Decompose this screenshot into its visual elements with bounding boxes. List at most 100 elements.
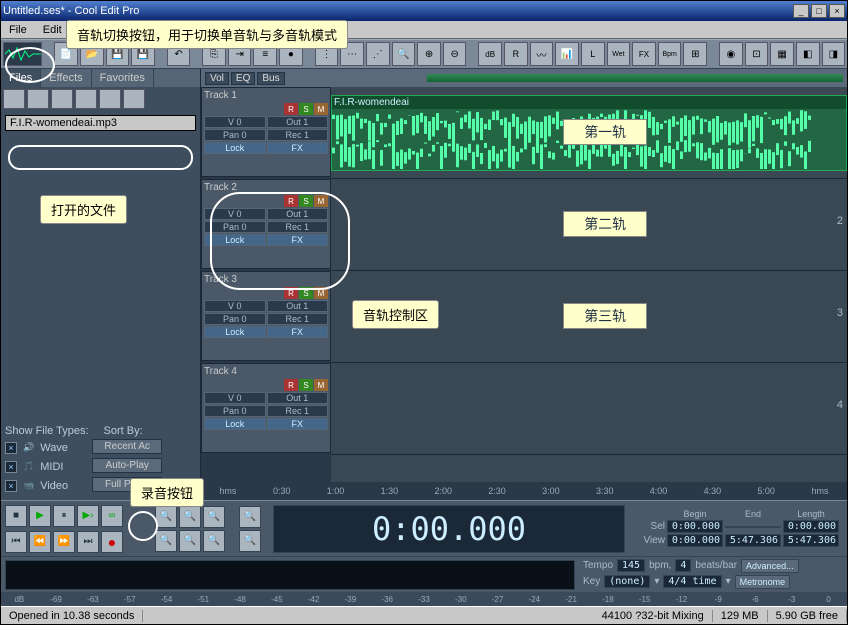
zoom-v-out[interactable]: 🔍: [239, 530, 261, 552]
out-cell[interactable]: Out 1: [267, 300, 329, 312]
autoplay-button[interactable]: Auto-Play: [92, 458, 162, 473]
fx-cell[interactable]: FX: [267, 326, 329, 338]
eq-tab[interactable]: EQ: [231, 72, 255, 85]
file-opt1-button[interactable]: [99, 89, 121, 109]
fx-cell[interactable]: FX: [267, 142, 329, 154]
record-button[interactable]: ●: [101, 531, 123, 553]
m-button[interactable]: M: [314, 103, 328, 115]
env-button[interactable]: 〰: [530, 42, 554, 66]
advanced-button[interactable]: Advanced...: [741, 559, 799, 573]
vol-cell[interactable]: V 0: [204, 300, 266, 312]
titlebar[interactable]: Untitled.ses* - Cool Edit Pro _ □ ×: [1, 1, 847, 21]
m-button[interactable]: M: [314, 195, 328, 207]
zoom-v-in[interactable]: 🔍: [239, 506, 261, 528]
zoom-out-h[interactable]: 🔍: [179, 506, 201, 528]
file-opt2-button[interactable]: [123, 89, 145, 109]
chk-midi[interactable]: ×: [5, 461, 17, 473]
vol-tab[interactable]: Vol: [205, 72, 229, 85]
sel-end[interactable]: [725, 526, 781, 528]
chk-wave[interactable]: ×: [5, 442, 17, 454]
file-edit-button[interactable]: [75, 89, 97, 109]
rec-cell[interactable]: Rec 1: [267, 221, 329, 233]
play-button[interactable]: ▶: [29, 505, 51, 527]
menu-edit[interactable]: Edit: [35, 24, 70, 36]
tab-favorites[interactable]: Favorites: [92, 69, 154, 87]
beats-val[interactable]: 4: [675, 559, 691, 572]
r-button[interactable]: R: [284, 103, 298, 115]
file-item[interactable]: F.I.R-womendeai.mp3: [5, 115, 196, 131]
lock-cell[interactable]: Lock: [204, 418, 266, 430]
track-lane-1[interactable]: 1F.I.R-womendeai第一轨: [331, 87, 847, 179]
close-button[interactable]: ×: [829, 4, 845, 18]
view-end[interactable]: 5:47.306: [725, 534, 781, 547]
fx-button[interactable]: FX: [632, 42, 656, 66]
back-button[interactable]: ⏪: [29, 531, 51, 553]
grid-button[interactable]: ⊞: [683, 42, 707, 66]
opt5-button[interactable]: ◨: [822, 42, 846, 66]
zoom-fit[interactable]: 🔍: [203, 506, 225, 528]
opt1-button[interactable]: ◉: [719, 42, 743, 66]
r-button[interactable]: R: [284, 379, 298, 391]
lock-cell[interactable]: Lock: [204, 234, 266, 246]
tool2-button[interactable]: ⊖: [443, 42, 467, 66]
r-button[interactable]: R: [504, 42, 528, 66]
tab-effects[interactable]: Effects: [41, 69, 91, 87]
opt3-button[interactable]: ▦: [770, 42, 794, 66]
zoom-button[interactable]: 🔍: [392, 42, 416, 66]
menu-file[interactable]: File: [1, 24, 35, 36]
zoom-in-v[interactable]: 🔍: [179, 530, 201, 552]
s-button[interactable]: S: [299, 195, 313, 207]
file-open-button[interactable]: [3, 89, 25, 109]
file-list[interactable]: F.I.R-womendeai.mp3: [1, 111, 200, 421]
zoom-in-h[interactable]: 🔍: [155, 506, 177, 528]
rec-cell[interactable]: Rec 1: [267, 129, 329, 141]
wet-button[interactable]: Wet: [607, 42, 631, 66]
pause-button[interactable]: ⏸: [53, 505, 75, 527]
s-button[interactable]: S: [299, 379, 313, 391]
file-close-button[interactable]: [27, 89, 49, 109]
track-lane-4[interactable]: 4: [331, 363, 847, 455]
zoom-sel[interactable]: 🔍: [155, 530, 177, 552]
out-cell[interactable]: Out 1: [267, 116, 329, 128]
tool1-button[interactable]: ⊕: [417, 42, 441, 66]
rec-cell[interactable]: Rec 1: [267, 405, 329, 417]
sel-begin[interactable]: 0:00.000: [667, 520, 723, 533]
tab-files[interactable]: Files: [1, 69, 41, 87]
waveform-toggle-button[interactable]: [3, 42, 42, 66]
fx3-button[interactable]: ⋰: [366, 42, 390, 66]
track-canvas[interactable]: 1F.I.R-womendeai第一轨2第二轨3第三轨4: [331, 87, 847, 482]
s-button[interactable]: S: [299, 103, 313, 115]
out-cell[interactable]: Out 1: [267, 208, 329, 220]
minimize-button[interactable]: _: [793, 4, 809, 18]
rec-cell[interactable]: Rec 1: [267, 313, 329, 325]
sort-recent[interactable]: Recent Ac: [92, 439, 162, 454]
rewind-button[interactable]: ⏮: [5, 531, 27, 553]
lock-cell[interactable]: Lock: [204, 142, 266, 154]
out-cell[interactable]: Out 1: [267, 392, 329, 404]
vol-cell[interactable]: V 0: [204, 208, 266, 220]
tempo-bpm[interactable]: 145: [617, 559, 645, 572]
time-ruler[interactable]: hms0:301:001:302:002:303:003:304:004:305…: [201, 482, 847, 500]
fwd-button[interactable]: ⏩: [53, 531, 75, 553]
r-button[interactable]: R: [284, 287, 298, 299]
fx-cell[interactable]: FX: [267, 234, 329, 246]
l-button[interactable]: L: [581, 42, 605, 66]
maximize-button[interactable]: □: [811, 4, 827, 18]
stop-button[interactable]: ■: [5, 505, 27, 527]
vol-button[interactable]: 📊: [555, 42, 579, 66]
fx-cell[interactable]: FX: [267, 418, 329, 430]
m-button[interactable]: M: [314, 287, 328, 299]
s-button[interactable]: S: [299, 287, 313, 299]
file-insert-button[interactable]: [51, 89, 73, 109]
sel-length[interactable]: 0:00.000: [783, 520, 839, 533]
chk-video[interactable]: ×: [5, 480, 17, 492]
zoom-out-v[interactable]: 🔍: [203, 530, 225, 552]
time-sig[interactable]: 4/4 time: [663, 575, 721, 588]
bpm-button[interactable]: Bpm: [658, 42, 682, 66]
opt4-button[interactable]: ◧: [796, 42, 820, 66]
m-button[interactable]: M: [314, 379, 328, 391]
loop-button[interactable]: ∞: [101, 505, 123, 527]
metronome-button[interactable]: Metronome: [735, 575, 791, 589]
view-length[interactable]: 5:47.306: [783, 534, 839, 547]
end-button[interactable]: ⏭: [77, 531, 99, 553]
